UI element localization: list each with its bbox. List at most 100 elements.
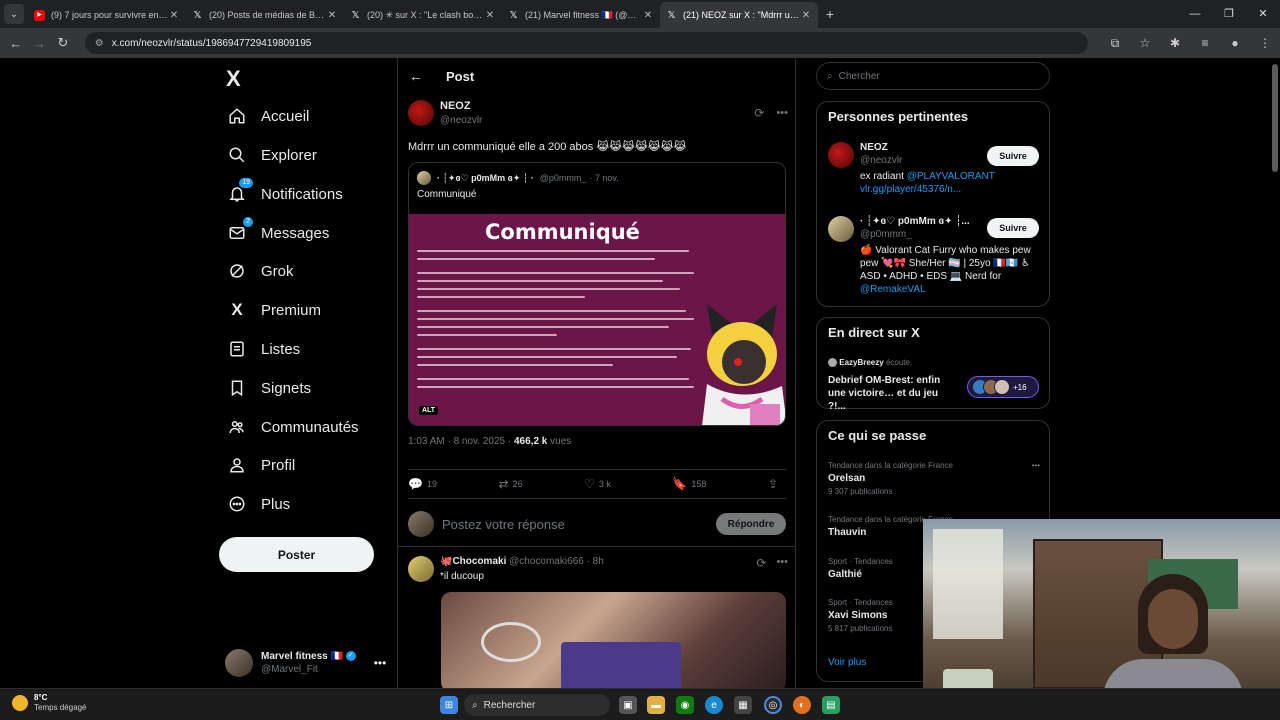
follow-button[interactable]: Suivre <box>987 146 1039 166</box>
browser-menu-icon[interactable]: ⋮ <box>1250 36 1280 51</box>
reply-button[interactable]: Répondre <box>716 513 786 535</box>
grok-icon[interactable]: ⟳ <box>756 556 766 570</box>
repost-action[interactable]: ⇄ 26 <box>499 477 523 491</box>
reload-icon[interactable]: ↻ <box>51 35 75 51</box>
nav-item-bookmarks[interactable]: Signets <box>227 369 311 407</box>
account-switcher[interactable]: Marvel fitness 🇫🇷 ✓ @Marvel_Fit ••• <box>225 643 395 683</box>
browser-tab[interactable]: 𝕏(21) Marvel fitness 🇫🇷 (@Marvel_Fit)✕ <box>502 2 660 28</box>
grok-icon[interactable]: ⟳ <box>754 106 764 120</box>
more-dots-icon[interactable]: ••• <box>374 656 387 670</box>
nav-item-grok[interactable]: Grok <box>227 252 294 290</box>
quoted-post[interactable]: · ┆✦ɞ♡ p0mMm ɞ✦ ┆ · @p0mmm_ · 7 nov. Com… <box>408 162 786 426</box>
avatar[interactable] <box>408 100 434 126</box>
more-dots-icon[interactable]: ••• <box>776 107 788 119</box>
listeners-pill[interactable]: +16 <box>967 376 1039 398</box>
reply-image[interactable] <box>441 592 786 688</box>
quote-date: · 7 nov. <box>589 173 619 183</box>
page-scrollbar[interactable] <box>1272 64 1278 172</box>
reply-author-handle[interactable]: @chocomaki666 <box>509 556 584 567</box>
close-tab-icon[interactable]: ✕ <box>642 10 654 21</box>
site-info-icon[interactable]: ⚙ <box>95 38 104 49</box>
close-tab-icon[interactable]: ✕ <box>484 10 496 21</box>
browser-tab[interactable]: 𝕏 (20) ✳ sur X : "Le clash booba ✕ <box>344 2 502 28</box>
reply-composer: Postez votre réponse Répondre <box>408 500 786 548</box>
trend-item[interactable]: Tendance dans la catégorie France Orelsa… <box>828 461 1040 496</box>
close-tab-icon[interactable]: ✕ <box>800 10 812 21</box>
bio-link[interactable]: vlr.gg/player/45376/n... <box>860 184 961 195</box>
reply-input[interactable]: Postez votre réponse <box>442 517 716 532</box>
star-icon[interactable]: ☆ <box>1130 36 1160 51</box>
url-field[interactable]: ⚙ x.com/neozvlr/status/19869477294198091… <box>84 32 1088 54</box>
reply-post[interactable]: 🐙Chocomaki @chocomaki666 · 8h *il ducoup… <box>408 556 788 688</box>
nav-item-explore[interactable]: Explorer <box>227 136 317 174</box>
reply-time[interactable]: · 8h <box>587 556 604 567</box>
file-explorer-icon[interactable]: ▬ <box>647 696 665 714</box>
share-action[interactable]: ⇪ <box>768 477 782 491</box>
nav-item-more[interactable]: Plus <box>227 485 290 523</box>
reply-action[interactable]: 💬 19 <box>408 477 437 491</box>
see-more-link[interactable]: Voir plus <box>828 657 866 668</box>
close-window-icon[interactable]: ✕ <box>1246 0 1280 28</box>
avatar[interactable] <box>408 556 434 582</box>
x-logo[interactable]: X <box>226 66 241 92</box>
nav-item-lists[interactable]: Listes <box>227 330 300 368</box>
reply-author-name[interactable]: 🐙Chocomaki <box>440 556 506 567</box>
avatar <box>828 142 854 168</box>
edge-icon[interactable]: e <box>705 696 723 714</box>
forward-arrow-icon[interactable]: → <box>28 36 52 51</box>
extensions-icon[interactable]: ✱ <box>1160 36 1190 51</box>
search-input[interactable]: ⌕ Chercher <box>816 62 1050 90</box>
app-icon[interactable]: ▤ <box>822 696 840 714</box>
more-dots-icon[interactable]: ••• <box>776 556 788 568</box>
alt-text-badge[interactable]: ALT <box>419 406 439 415</box>
person-item[interactable]: NEOZ @neozvlr ex radiant @PLAYVALORANT vl… <box>828 142 1010 196</box>
like-action[interactable]: ♡ 3 k <box>584 477 611 491</box>
follow-button[interactable]: Suivre <box>987 218 1039 238</box>
bio-link[interactable]: @PLAYVALORANT <box>907 171 995 182</box>
trends-title: Ce qui se passe <box>828 428 927 443</box>
close-tab-icon[interactable]: ✕ <box>168 10 180 21</box>
browser-tab[interactable]: ▶(9) 7 jours pour survivre en Jungle✕ <box>28 2 186 28</box>
close-tab-icon[interactable]: ✕ <box>326 10 338 21</box>
restore-icon[interactable]: ❐ <box>1212 0 1246 28</box>
communique-image[interactable]: Communiqué ALT <box>409 214 785 425</box>
reply-text: *il ducoup <box>440 571 484 582</box>
space-title[interactable]: Debrief OM-Brest: enfin une victoire… et… <box>828 374 958 413</box>
xbox-icon[interactable]: ◉ <box>676 696 694 714</box>
nav-item-messages[interactable]: 2 Messages <box>227 214 329 252</box>
weather-widget[interactable]: 8°C Temps dégagé <box>12 693 86 712</box>
task-view-icon[interactable]: ▣ <box>619 696 637 714</box>
new-tab-button[interactable]: + <box>818 6 842 22</box>
profile-icon[interactable]: ● <box>1220 36 1250 51</box>
live-host-row[interactable]: EazyBreezy écoute. <box>828 358 1043 368</box>
bell-icon: 19 <box>227 178 253 204</box>
nav-item-notifications[interactable]: 19 Notifications <box>227 175 343 213</box>
address-bar-row: ← → ↻ ⚙ x.com/neozvlr/status/19869477294… <box>0 28 1280 58</box>
person-icon <box>227 455 247 475</box>
taskbar-search[interactable]: ⌕ Rechercher <box>464 694 610 716</box>
install-app-icon[interactable]: ⧉ <box>1100 36 1130 51</box>
more-dots-icon[interactable]: ••• <box>1032 461 1040 470</box>
back-arrow-icon[interactable]: ← <box>4 36 28 51</box>
view-count: 466,2 k <box>514 436 548 447</box>
nav-item-profile[interactable]: Profil <box>227 446 295 484</box>
minimize-icon[interactable]: — <box>1178 0 1212 28</box>
chrome-icon[interactable]: ◎ <box>764 696 782 714</box>
bookmark-action[interactable]: 🔖 158 <box>672 477 706 491</box>
post-timestamp[interactable]: 1:03 AM · 8 nov. 2025 · <box>408 436 514 447</box>
post-button[interactable]: Poster <box>219 537 374 572</box>
reading-list-icon[interactable]: ≡ <box>1190 36 1220 51</box>
windows-start-icon[interactable]: ⊞ <box>440 696 458 714</box>
tab-list-button[interactable]: ⌄ <box>4 4 24 24</box>
firefox-icon[interactable]: ◐ <box>793 696 811 714</box>
nav-item-premium[interactable]: X Premium <box>227 291 321 329</box>
bio-link[interactable]: @RemakeVAL <box>860 284 926 295</box>
author-name[interactable]: NEOZ <box>440 100 482 112</box>
author-handle[interactable]: @neozvlr <box>440 115 482 126</box>
nav-item-home[interactable]: Accueil <box>227 97 309 135</box>
browser-tab[interactable]: 𝕏(20) Posts de médias de BMS | X✕ <box>186 2 344 28</box>
back-arrow-icon[interactable]: ← <box>398 68 434 84</box>
browser-tab-active[interactable]: 𝕏(21) NEOZ sur X : "Mdrrr un comm✕ <box>660 2 818 28</box>
nav-item-communities[interactable]: Communautés <box>227 408 359 446</box>
store-icon[interactable]: ▦ <box>734 696 752 714</box>
